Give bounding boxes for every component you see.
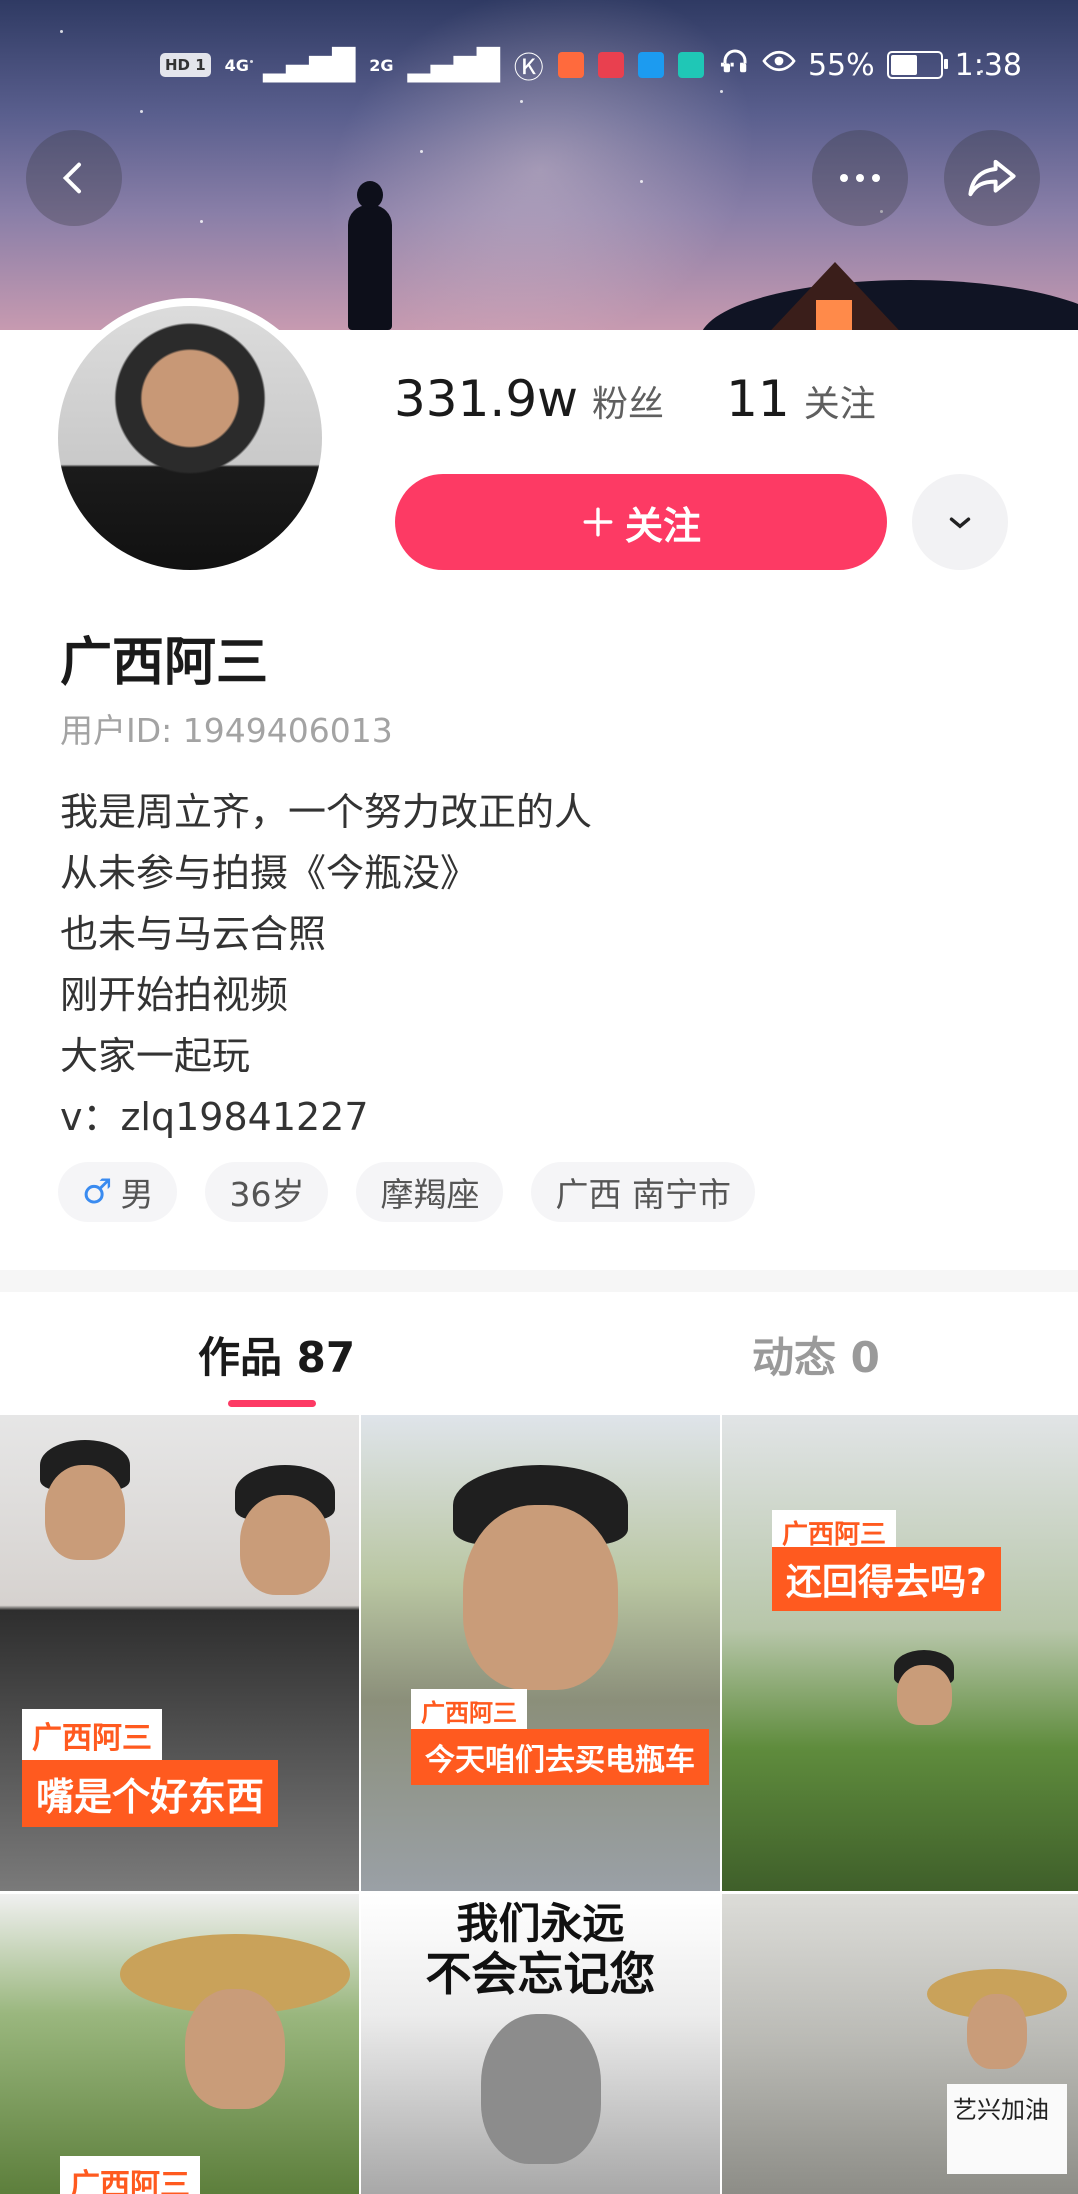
followers-label: 粉丝 — [592, 384, 665, 425]
banner-person-silhouette — [348, 181, 392, 330]
person-face — [463, 1505, 618, 1690]
more-options-button[interactable] — [812, 130, 908, 226]
video-thumbnail[interactable]: 广西阿三 嘴是个好东西 — [0, 1415, 359, 1891]
status-bar-left: HD 1 4G ▂▄▆█ 2G ▂▄▆█ Ⓚ ··· — [160, 40, 746, 90]
video-brand-label: 广西阿三 — [60, 2156, 200, 2194]
app-bulb-icon — [637, 52, 664, 78]
followers-count: 331.9w — [394, 370, 579, 428]
video-brand-label: 广西阿三 — [411, 1689, 527, 1732]
profile-tags: ♂ 男 36岁 摩羯座 广西 南宁市 — [58, 1162, 755, 1222]
video-thumbnail[interactable]: 广西阿三 今天咱们去买电瓶车 — [361, 1415, 720, 1891]
gender-tag: ♂ 男 — [58, 1162, 178, 1222]
bio-line: 我是周立齐，一个努力改正的人 — [60, 790, 593, 834]
follow-button-label: 关注 — [624, 503, 701, 548]
video-caption: 今天咱们去买电瓶车 — [411, 1729, 709, 1785]
person-face — [45, 1465, 125, 1560]
bio-line: 从未参与拍摄《今瓶没》 — [60, 851, 479, 895]
battery-percent: 55% — [807, 47, 875, 83]
more-dots-icon — [840, 174, 880, 182]
video-caption: 还回得去吗? — [772, 1547, 1001, 1611]
person-face — [897, 1665, 952, 1725]
eye-comfort-icon — [762, 46, 796, 84]
tab-dynamic[interactable]: 动态 0 — [752, 1324, 880, 1385]
signal-bars-icon: ▂▄▆█ — [262, 47, 356, 83]
chevron-left-icon — [62, 162, 81, 194]
signal-4g-icon: 4G — [224, 55, 249, 75]
handwritten-sign: 艺兴加油 — [947, 2084, 1067, 2174]
bio-line: v：zlq19841227 — [60, 1095, 369, 1139]
profile-name: 广西阿三 — [60, 633, 269, 693]
person-face — [481, 2014, 601, 2164]
active-tab-indicator — [228, 1400, 316, 1407]
person-face — [185, 1989, 285, 2109]
chevron-down-icon — [949, 517, 971, 529]
person-face — [240, 1495, 330, 1595]
share-button[interactable] — [944, 130, 1040, 226]
app-book-icon — [597, 52, 624, 78]
age-tag: 36岁 — [205, 1162, 329, 1222]
status-bar-right: 55% 1:38 — [720, 40, 1022, 90]
profile-stats: 331.9w 粉丝 11 关注 — [394, 370, 876, 428]
battery-level-fill — [890, 55, 917, 75]
video-grid: 广西阿三 嘴是个好东西 广西阿三 今天咱们去买电瓶车 广西阿三 还回得去吗? 广… — [0, 1415, 1078, 2194]
share-arrow-icon — [968, 159, 1016, 197]
clock: 1:38 — [954, 47, 1022, 83]
app-boss-icon — [677, 52, 704, 78]
banner-cabin-light — [816, 300, 852, 330]
bio-line: 大家一起玩 — [60, 1034, 251, 1078]
gender-text: 男 — [120, 1175, 154, 1214]
follow-button[interactable]: 关注 — [395, 474, 887, 570]
zodiac-tag: 摩羯座 — [356, 1162, 504, 1222]
following-stat[interactable]: 11 关注 — [726, 370, 876, 428]
video-thumbnail[interactable]: 艺兴加油 — [722, 1894, 1078, 2194]
app-k-icon: Ⓚ — [513, 51, 544, 86]
location-tag: 广西 南宁市 — [531, 1162, 755, 1222]
followers-stat[interactable]: 331.9w 粉丝 — [394, 370, 664, 428]
video-brand-label: 广西阿三 — [22, 1709, 162, 1761]
bio-line: 也未与马云合照 — [60, 912, 327, 956]
profile-bio: 我是周立齐，一个努力改正的人 从未参与拍摄《今瓶没》 也未与马云合照 刚开始拍视… — [60, 782, 592, 1148]
recommend-dropdown-button[interactable] — [912, 474, 1008, 570]
hd-indicator: HD 1 — [160, 53, 211, 77]
person-face — [967, 1994, 1027, 2069]
app-notification-icon — [557, 52, 584, 78]
plus-icon — [583, 507, 613, 537]
signal-2g-icon: 2G — [369, 55, 394, 75]
status-bar: HD 1 4G ▂▄▆█ 2G ▂▄▆█ Ⓚ ··· 55% 1:38 — [0, 40, 1078, 90]
bio-line: 刚开始拍视频 — [60, 973, 289, 1017]
following-count: 11 — [726, 370, 790, 428]
back-button[interactable] — [26, 130, 122, 226]
video-headline: 不会忘记您 — [425, 1947, 656, 2001]
battery-icon — [886, 51, 948, 79]
male-icon: ♂ — [82, 1172, 113, 1212]
following-label: 关注 — [803, 384, 876, 425]
tab-works[interactable]: 作品 87 — [198, 1324, 355, 1385]
signal-bars-icon: ▂▄▆█ — [407, 47, 500, 83]
video-thumbnail[interactable]: 广西阿三 还回得去吗? — [722, 1415, 1078, 1891]
section-divider — [0, 1270, 1078, 1292]
user-id: 用户ID: 1949406013 — [60, 711, 393, 750]
video-caption: 嘴是个好东西 — [22, 1760, 279, 1827]
headphones-icon — [720, 46, 750, 84]
video-thumbnail[interactable]: 我们永远 不会忘记您 — [361, 1894, 720, 2194]
avatar[interactable] — [58, 306, 322, 570]
video-thumbnail[interactable]: 广西阿三 — [0, 1894, 359, 2194]
